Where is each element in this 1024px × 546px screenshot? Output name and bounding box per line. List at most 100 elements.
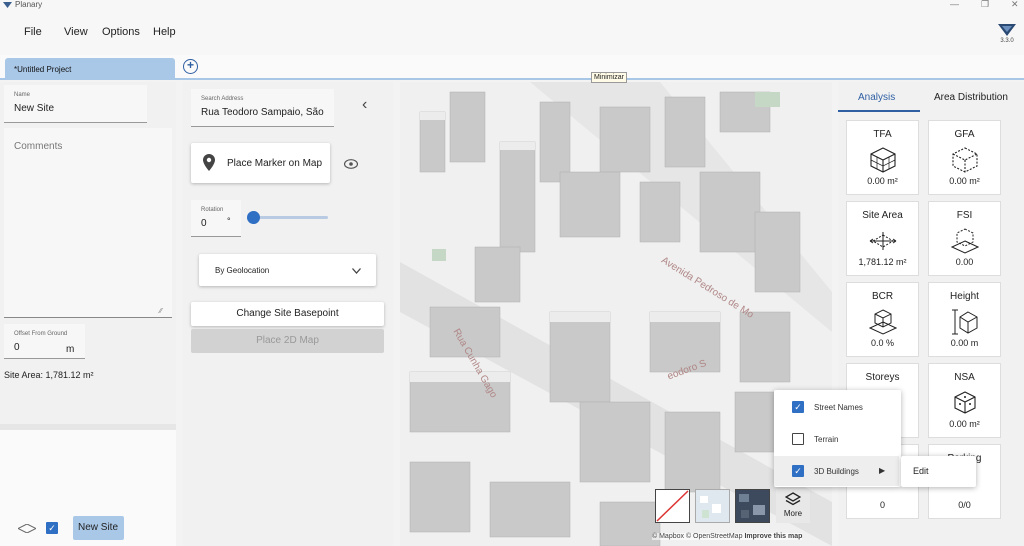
layers-icon (785, 492, 801, 506)
tab-analysis[interactable]: Analysis (858, 92, 895, 103)
place-2d-map-button[interactable]: Place 2D Map (191, 329, 384, 353)
metric-tfa-value: 0.00 m² (867, 176, 898, 186)
tooltip: Minimizar (591, 72, 627, 83)
metric-gfa: GFA 0.00 m² (928, 120, 1001, 195)
place-marker-label: Place Marker on Map (227, 158, 323, 169)
offset-field[interactable]: Offset From Ground 0 m (4, 324, 85, 359)
map-view[interactable]: Avenida Pedroso de Mo Rua Cunha Gago eod… (400, 82, 832, 546)
metric-nsa-title: NSA (954, 372, 975, 383)
rotation-field[interactable]: Rotation 0 ° (191, 200, 241, 237)
tab-bar: *Untitled Project + (0, 55, 1024, 80)
layers-popup: ✓ Street Names Terrain ✓ 3D Buildings ▶ (774, 390, 901, 487)
name-value: New Site (14, 103, 55, 114)
search-address-field[interactable]: Search Address Rua Teodoro Sampaio, São (191, 89, 334, 127)
offset-label: Offset From Ground (14, 331, 68, 337)
submenu-arrow-icon: ▶ (879, 466, 886, 475)
search-address-value: Rua Teodoro Sampaio, São (201, 107, 324, 118)
style-light-thumbnail[interactable] (695, 489, 730, 523)
map-3d-buildings (400, 82, 832, 546)
app-logo-icon (3, 1, 12, 8)
geolocation-value: By Geolocation (215, 266, 270, 275)
site-list: ✓ New Site (0, 430, 176, 546)
site-checkbox[interactable]: ✓ (46, 522, 58, 534)
add-tab-icon[interactable]: + (183, 59, 198, 74)
rotation-value: 0 (201, 218, 207, 229)
3d-buildings-label: 3D Buildings (814, 467, 859, 476)
chevron-down-icon (352, 268, 361, 274)
comments-field[interactable]: Comments ⁄⁄ (4, 128, 172, 318)
metric-bcr-title: BCR (871, 291, 894, 302)
cube-dashed-icon (951, 147, 978, 173)
rotation-slider-track[interactable] (253, 216, 328, 219)
tab-project[interactable]: *Untitled Project (5, 58, 175, 80)
light-map-icon (700, 496, 721, 518)
place-2d-map-label: Place 2D Map (256, 335, 319, 346)
metric-gfa-title: GFA (954, 129, 975, 140)
offset-value: 0 (14, 342, 20, 353)
metric-site-area-value: 1,781.12 m² (858, 257, 907, 267)
app-name: Planary (15, 0, 43, 9)
improve-map-link[interactable]: Improve this map (744, 533, 802, 540)
cube-icon (953, 391, 976, 414)
site-row-button[interactable]: New Site (73, 516, 124, 540)
collapse-chevron-icon[interactable]: ‹ (362, 96, 367, 114)
layer-item-terrain[interactable]: Terrain (774, 424, 899, 454)
style-satellite-thumbnail[interactable] (735, 489, 770, 523)
change-basepoint-label: Change Site Basepoint (236, 308, 339, 319)
menu-file[interactable]: File (24, 26, 42, 38)
metric-fsi-title: FSI (956, 210, 973, 221)
more-label: More (783, 509, 803, 518)
close-icon[interactable]: ✕ (1011, 0, 1019, 10)
menu-help[interactable]: Help (153, 26, 176, 38)
metric-bcr: BCR 0.0 % (846, 282, 919, 357)
menu-bar: File View Options Help 3.3.0 (0, 10, 1024, 55)
change-basepoint-button[interactable]: Change Site Basepoint (191, 302, 384, 326)
comments-placeholder: Comments (14, 141, 63, 152)
no-style-icon (656, 490, 689, 522)
visibility-diamond-icon[interactable] (18, 524, 36, 533)
place-marker-button[interactable]: Place Marker on Map (191, 143, 330, 183)
tab-area-distribution[interactable]: Area Distribution (934, 92, 1008, 103)
metric-tfa: TFA 0.00 m² (846, 120, 919, 195)
terrain-label: Terrain (814, 435, 839, 444)
offset-unit: m (66, 344, 75, 355)
metric-storeys-title: Storeys (865, 372, 900, 383)
menu-options[interactable]: Options (102, 26, 140, 38)
metric-height: Height 0.00 m (928, 282, 1001, 357)
brand-logo-icon (998, 24, 1016, 36)
satellite-map-icon (739, 494, 765, 518)
metric-parking-value: 0/0 (958, 500, 971, 510)
metric-tfa-title: TFA (873, 129, 892, 140)
geolocation-dropdown[interactable]: By Geolocation (199, 254, 376, 286)
brand-logo: 3.3.0 (996, 24, 1018, 44)
rotation-slider-thumb[interactable] (247, 211, 260, 224)
restore-icon[interactable]: ❐ (981, 0, 989, 10)
cube-plot-icon (868, 309, 897, 335)
cube-grid-icon (869, 147, 896, 173)
more-layers-button[interactable]: More (776, 489, 810, 523)
rotation-unit: ° (227, 216, 231, 226)
height-icon (951, 309, 977, 335)
style-none-thumbnail[interactable] (655, 489, 690, 523)
eye-icon[interactable] (344, 159, 358, 169)
street-names-checkbox[interactable]: ✓ (792, 401, 804, 413)
minimize-icon[interactable]: — (950, 0, 959, 9)
layer-item-street-names[interactable]: ✓ Street Names (774, 392, 899, 422)
metric-height-title: Height (950, 291, 979, 302)
3d-buildings-checkbox[interactable]: ✓ (792, 465, 804, 477)
metric-bcr-value: 0.0 % (870, 338, 894, 348)
attribution-text[interactable]: © Mapbox © OpenStreetMap (652, 533, 742, 540)
edit-submenu[interactable]: Edit (901, 456, 976, 487)
metric-fsi: FSI 0.00 (928, 201, 1001, 276)
menu-view[interactable]: View (64, 26, 88, 38)
cube-plot-icon (950, 228, 979, 254)
map-attribution: © Mapbox © OpenStreetMap Improve this ma… (652, 533, 803, 540)
resize-handle-icon[interactable]: ⁄⁄ (160, 308, 162, 315)
layer-item-3d-buildings[interactable]: ✓ 3D Buildings ▶ (774, 456, 899, 486)
name-field[interactable]: Name New Site (4, 85, 147, 123)
search-address-label: Search Address (201, 96, 244, 102)
tab-indicator (838, 110, 920, 112)
metric-gfa-value: 0.00 m² (949, 176, 980, 186)
terrain-checkbox[interactable] (792, 433, 804, 445)
metric-nsa: NSA 0.00 m² (928, 363, 1001, 438)
